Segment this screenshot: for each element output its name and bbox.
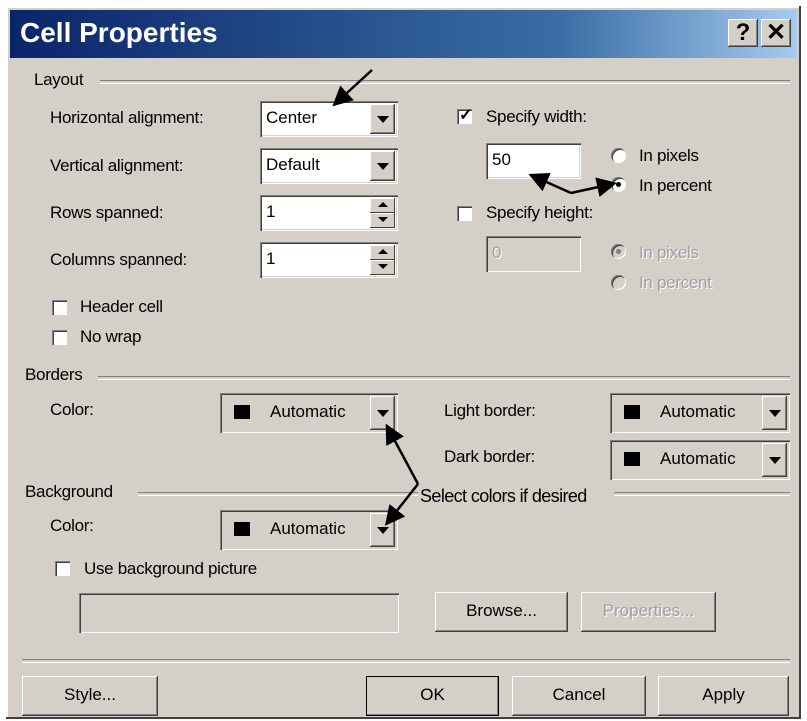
background-color-label: Color:: [50, 516, 94, 535]
light-border-dropdown-button[interactable]: [762, 396, 787, 430]
vertical-alignment-dropdown-button[interactable]: [370, 151, 395, 181]
columns-spanned-label: Columns spanned:: [50, 250, 187, 269]
radio-selected-icon: [616, 249, 621, 254]
width-in-pixels-label: In pixels: [639, 146, 699, 165]
footer-divider: [22, 659, 790, 663]
height-in-percent-label: In percent: [639, 273, 712, 292]
chevron-down-icon: [769, 457, 781, 464]
width-value: 50: [492, 150, 511, 169]
spin-up-icon[interactable]: [370, 245, 395, 260]
color-swatch: [624, 405, 640, 419]
specify-height-checkbox[interactable]: [457, 206, 472, 221]
properties-button[interactable]: Properties...: [581, 592, 716, 632]
border-color-label: Color:: [50, 400, 94, 419]
height-in-pixels-radio[interactable]: [611, 244, 626, 259]
dark-border-dropdown-button[interactable]: [762, 443, 787, 477]
background-group-label: Background: [25, 482, 113, 501]
ok-button[interactable]: OK: [366, 676, 499, 716]
dark-border-select[interactable]: Automatic: [610, 440, 790, 480]
background-color-value: Automatic: [270, 519, 346, 538]
chevron-down-icon: [377, 527, 389, 534]
header-cell-label: Header cell: [80, 297, 163, 316]
cancel-button[interactable]: Cancel: [512, 676, 646, 716]
layout-group-label: Layout: [34, 70, 84, 89]
vertical-alignment-value: Default: [266, 155, 320, 174]
columns-spanned-input[interactable]: 1: [260, 242, 398, 278]
radio-selected-icon: [616, 182, 621, 187]
rows-spanned-spinner[interactable]: [370, 198, 395, 228]
annotation-text: Select colors if desired: [420, 486, 587, 506]
height-in-pixels-label: In pixels: [639, 243, 699, 262]
title-bar[interactable]: Cell Properties ? ✕: [10, 10, 797, 58]
light-border-value: Automatic: [660, 402, 736, 421]
vertical-alignment-label: Vertical alignment:: [50, 156, 184, 175]
style-button[interactable]: Style...: [22, 676, 158, 716]
dialog-title: Cell Properties: [20, 17, 218, 48]
chevron-down-icon: [769, 410, 781, 417]
specify-width-checkbox[interactable]: ✓: [457, 107, 473, 124]
width-in-percent-radio[interactable]: [611, 177, 626, 192]
no-wrap-checkbox[interactable]: [52, 330, 67, 345]
borders-group-divider: [98, 376, 790, 380]
dark-border-label: Dark border:: [444, 447, 535, 466]
horizontal-alignment-label: Horizontal alignment:: [50, 108, 204, 127]
browse-button[interactable]: Browse...: [435, 592, 568, 632]
border-color-select[interactable]: Automatic: [220, 393, 398, 433]
rows-spanned-value: 1: [266, 202, 276, 221]
chevron-down-icon: [377, 410, 389, 417]
close-button[interactable]: ✕: [761, 19, 791, 47]
chevron-down-icon: [377, 163, 389, 170]
background-picture-path-input[interactable]: [79, 593, 399, 633]
spin-up-icon[interactable]: [370, 198, 395, 213]
columns-spanned-value: 1: [266, 249, 276, 268]
borders-group-label: Borders: [25, 365, 83, 384]
light-border-select[interactable]: Automatic: [610, 393, 790, 433]
height-in-percent-radio[interactable]: [611, 275, 626, 290]
checkmark-icon: ✓: [459, 107, 473, 124]
vertical-alignment-select[interactable]: Default: [260, 148, 398, 184]
rows-spanned-label: Rows spanned:: [50, 203, 164, 222]
layout-group-divider: [100, 80, 790, 84]
use-background-picture-checkbox[interactable]: [55, 561, 70, 576]
width-in-percent-label: In percent: [639, 176, 712, 195]
apply-button[interactable]: Apply: [658, 676, 789, 716]
height-input[interactable]: 0: [486, 236, 581, 272]
background-group-divider-right: [614, 492, 790, 496]
spin-down-icon[interactable]: [370, 260, 395, 275]
light-border-label: Light border:: [444, 401, 536, 420]
rows-spanned-input[interactable]: 1: [260, 195, 398, 231]
help-button[interactable]: ?: [728, 19, 758, 47]
width-input[interactable]: 50: [486, 143, 581, 179]
width-in-pixels-radio[interactable]: [611, 148, 626, 163]
color-swatch: [234, 405, 250, 419]
spin-down-icon[interactable]: [370, 213, 395, 228]
chevron-down-icon: [377, 116, 389, 123]
header-cell-checkbox[interactable]: [52, 300, 67, 315]
border-color-value: Automatic: [270, 402, 346, 421]
dark-border-value: Automatic: [660, 449, 736, 468]
use-background-picture-label: Use background picture: [84, 559, 257, 578]
horizontal-alignment-value: Center: [266, 108, 318, 127]
background-group-divider: [138, 492, 418, 496]
specify-height-label: Specify height:: [486, 203, 594, 222]
color-swatch: [624, 452, 640, 466]
horizontal-alignment-dropdown-button[interactable]: [370, 104, 395, 134]
specify-width-label: Specify width:: [486, 107, 587, 126]
horizontal-alignment-select[interactable]: Center: [260, 101, 398, 137]
height-value: 0: [492, 243, 502, 262]
no-wrap-label: No wrap: [80, 327, 142, 346]
background-color-select[interactable]: Automatic: [220, 510, 398, 550]
color-swatch: [234, 522, 250, 536]
columns-spanned-spinner[interactable]: [370, 245, 395, 275]
background-color-dropdown-button[interactable]: [370, 513, 395, 547]
border-color-dropdown-button[interactable]: [370, 396, 395, 430]
